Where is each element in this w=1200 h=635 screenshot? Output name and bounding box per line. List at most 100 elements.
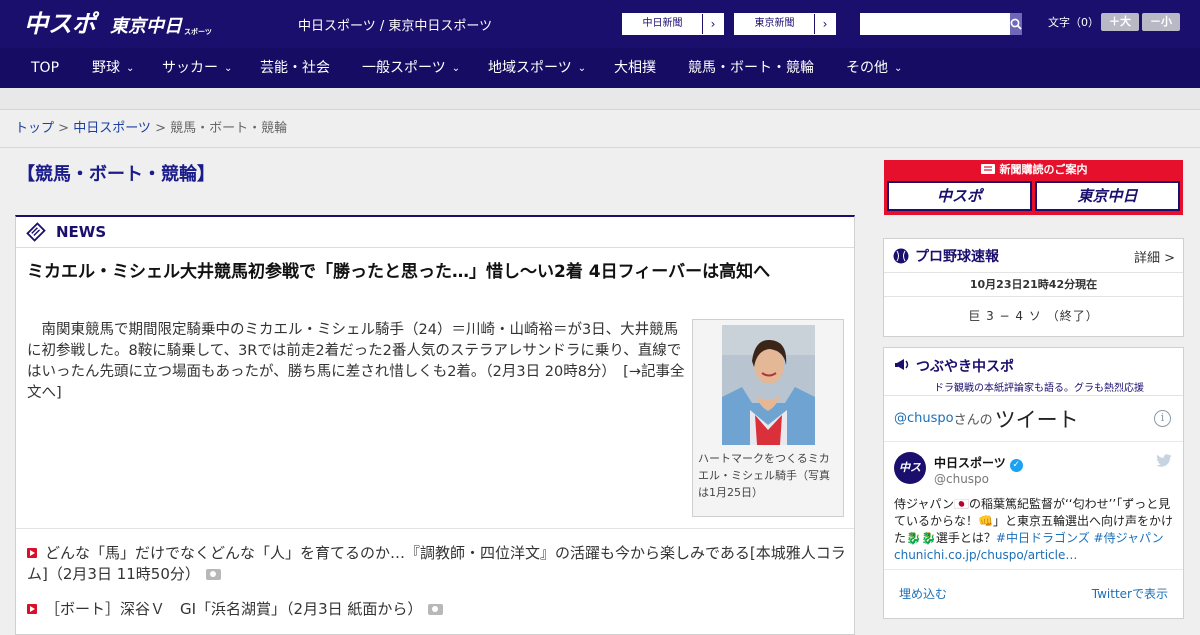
nav-item-soccer[interactable]: サッカー ⌄	[162, 48, 232, 88]
news-item-text: ［ボート］深谷Ｖ GI「浜名湖賞」（2月3日 紙面から）	[45, 600, 423, 618]
svg-text:中スポ: 中スポ	[24, 10, 100, 38]
site-logo[interactable]: 中スポ 東京中日 スポーツ	[24, 8, 214, 40]
twitter-handle-link[interactable]: @chuspo	[894, 411, 954, 426]
nav-item-label: 競馬・ボート・競輪	[688, 60, 814, 76]
tweet-text: 侍ジャパン🇯🇵の稲葉篤紀監督が‘‘匂わせ’’「ずっと見ているからな！👊」と東京五…	[894, 496, 1176, 564]
baseball-scores-panel: プロ野球速報 詳細 > 10月23日21時42分現在 巨 3 − 4 ソ （終了…	[883, 238, 1184, 337]
nav-item-general-sports[interactable]: 一般スポーツ ⌄	[362, 48, 460, 88]
subscribe-tokyo-chunichi-button[interactable]: 東京中日	[1035, 181, 1180, 211]
nav-item-label: 野球	[92, 60, 120, 76]
avatar[interactable]: 中スポ	[894, 452, 926, 506]
twitter-panel: つぶやき中スポ ドラ観戦の本紙評論家も語る。グラも熱烈応援 @chuspo さんの…	[883, 347, 1184, 619]
nav-item-sumo[interactable]: 大相撲	[614, 48, 656, 88]
nav-item-other[interactable]: その他 ⌄	[846, 48, 902, 88]
news-header: NEWS	[16, 217, 854, 248]
search-button[interactable]	[1010, 13, 1022, 35]
news-item-text: どんな「馬」だけでなくどんな「人」を育てるのか…『調教師・四位洋文』の活躍も今か…	[27, 544, 846, 583]
tokyo-shimbun-link[interactable]: 東京新聞 ›	[734, 13, 836, 35]
nav-item-top[interactable]: TOP	[31, 48, 59, 88]
tweet-author-handle[interactable]: @chuspo	[934, 472, 989, 486]
nav-item-keiba[interactable]: 競馬・ボート・競輪	[688, 48, 814, 88]
subnav-strip	[0, 88, 1200, 110]
divider	[16, 528, 854, 529]
nav-item-baseball[interactable]: 野球 ⌄	[92, 48, 134, 88]
search-box	[860, 13, 1022, 35]
breadcrumb-separator: >	[54, 121, 74, 136]
view-on-twitter-link[interactable]: Twitterで表示	[1092, 585, 1168, 602]
subscription-banner[interactable]: 新聞購読のご案内 中スポ 東京中日	[884, 160, 1183, 215]
twitter-title: つぶやき中スポ	[916, 359, 1014, 375]
info-icon[interactable]: i	[1154, 410, 1171, 427]
verified-badge-icon: ✓	[1009, 459, 1023, 472]
newspaper-icon	[980, 164, 995, 174]
page-title: 【競馬・ボート・競輪】	[17, 164, 215, 185]
nav-item-label: その他	[846, 60, 888, 76]
top-story-headline[interactable]: ミカエル・ミシェル大井競馬初参戦で「勝ったと思った…」惜し～い2着 4日フィーバ…	[27, 259, 847, 285]
camera-icon	[205, 569, 221, 580]
tokyo-shimbun-label: 東京新聞	[735, 14, 815, 34]
nav-item-label: サッカー	[162, 60, 218, 76]
breadcrumb-current: 競馬・ボート・競輪	[170, 121, 288, 136]
subscription-title: 新聞購読のご案内	[884, 160, 1183, 180]
tweet-author-name-text: 中日スポーツ	[934, 456, 1006, 470]
chunichi-shimbun-link[interactable]: 中日新聞 ›	[622, 13, 724, 35]
tweets-by-bar: @chuspo さんの ツイート i	[884, 396, 1183, 442]
photo-caption: ハートマークをつくるミカエル・ミシェル騎手（写真は1月25日）	[698, 452, 830, 499]
top-story-photo[interactable]: ハートマークをつくるミカエル・ミシェル騎手（写真は1月25日）	[692, 319, 844, 517]
breadcrumb-section-link[interactable]: 中日スポーツ	[73, 121, 151, 136]
search-input[interactable]	[860, 13, 1010, 35]
font-smaller-button[interactable]: －小	[1142, 13, 1180, 31]
play-bullet-icon	[27, 604, 37, 614]
tweets-by-suffix: さんの	[953, 413, 993, 428]
chevron-down-icon: ⌄	[451, 63, 461, 74]
tweet-author-name[interactable]: 中日スポーツ ✓	[934, 454, 1023, 472]
top-story-lead: 南関東競馬で期間限定騎乗中のミカエル・ミシェル騎手（24）＝川崎・山崎裕＝が3日…	[27, 320, 687, 404]
main-nav: TOP 野球 ⌄ サッカー ⌄ 芸能・社会 一般スポーツ ⌄ 地域スポーツ ⌄ 大相撲 …	[0, 48, 1200, 88]
subscribe-chuspo-button[interactable]: 中スポ	[887, 181, 1032, 211]
baseball-title: プロ野球速報	[915, 248, 999, 265]
chevron-right-icon: ›	[710, 17, 716, 31]
newspaper-icon	[26, 222, 46, 242]
subscription-title-text: 新聞購読のご案内	[999, 163, 1088, 176]
svg-text:スポーツ: スポーツ	[184, 27, 212, 36]
chevron-right-icon: ›	[822, 17, 828, 31]
nav-item-local-sports[interactable]: 地域スポーツ ⌄	[488, 48, 586, 88]
baseball-header: プロ野球速報 詳細 >	[884, 239, 1183, 273]
chevron-down-icon: ⌄	[894, 63, 903, 74]
news-title: NEWS	[56, 223, 107, 241]
baseball-details-link[interactable]: 詳細 >	[1134, 247, 1175, 266]
chevron-down-icon: ⌄	[126, 63, 135, 74]
font-size-label: 文字（0）	[1048, 16, 1099, 29]
breadcrumb: トップ > 中日スポーツ > 競馬・ボート・競輪	[0, 110, 1200, 148]
twitter-header: つぶやき中スポ ドラ観戦の本紙評論家も語る。グラも熱烈応援	[884, 348, 1183, 396]
nav-item-label: 地域スポーツ	[488, 60, 572, 76]
nav-item-entertainment[interactable]: 芸能・社会	[260, 48, 330, 88]
jockey-photo	[722, 325, 815, 445]
baseball-icon	[893, 248, 909, 263]
top-story-lead-text: 南関東競馬で期間限定騎乗中のミカエル・ミシェル騎手（24）＝川崎・山崎裕＝が3日…	[27, 322, 682, 380]
baseball-score[interactable]: 巨 3 − 4 ソ （終了）	[884, 297, 1183, 335]
chevron-down-icon: ⌄	[577, 63, 587, 74]
chunichi-shimbun-label: 中日新聞	[623, 14, 703, 34]
nav-item-label: 一般スポーツ	[362, 60, 446, 76]
chevron-down-icon: ⌄	[224, 63, 233, 74]
twitter-bird-icon[interactable]	[1155, 454, 1173, 468]
embed-link[interactable]: 埋め込む	[899, 585, 947, 602]
play-bullet-icon	[27, 548, 37, 558]
font-bigger-button[interactable]: ＋大	[1101, 13, 1139, 31]
news-list-item[interactable]: ［ボート］深谷Ｖ GI「浜名湖賞」（2月3日 紙面から）	[27, 599, 847, 620]
nav-item-label: 芸能・社会	[260, 60, 330, 76]
baseball-timestamp: 10月23日21時42分現在	[884, 273, 1183, 297]
tweets-label: ツイート	[994, 407, 1079, 432]
twitter-subtitle: ドラ観戦の本紙評論家も語る。グラも熱烈応援	[934, 383, 1144, 394]
nav-item-label: 大相撲	[614, 60, 656, 76]
camera-icon	[428, 604, 444, 615]
main-content: 【競馬・ボート・競輪】 NEWS ミカエル・ミシェル大井競馬初参戦で「勝ったと思…	[0, 149, 1200, 635]
megaphone-icon	[895, 359, 909, 370]
breadcrumb-home-link[interactable]: トップ	[15, 121, 54, 136]
news-section: NEWS ミカエル・ミシェル大井競馬初参戦で「勝ったと思った…」惜し～い2着 4…	[15, 215, 855, 635]
nav-item-label: TOP	[31, 60, 60, 76]
news-list-item[interactable]: どんな「馬」だけでなくどんな「人」を育てるのか…『調教師・四位洋文』の活躍も今か…	[27, 543, 847, 585]
tweet[interactable]: 中スポ 中日スポーツ ✓ @chuspo 侍ジャパン🇯🇵の稲葉篤紀監督が‘‘匂わせ…	[884, 442, 1183, 570]
breadcrumb-separator: >	[150, 121, 171, 136]
